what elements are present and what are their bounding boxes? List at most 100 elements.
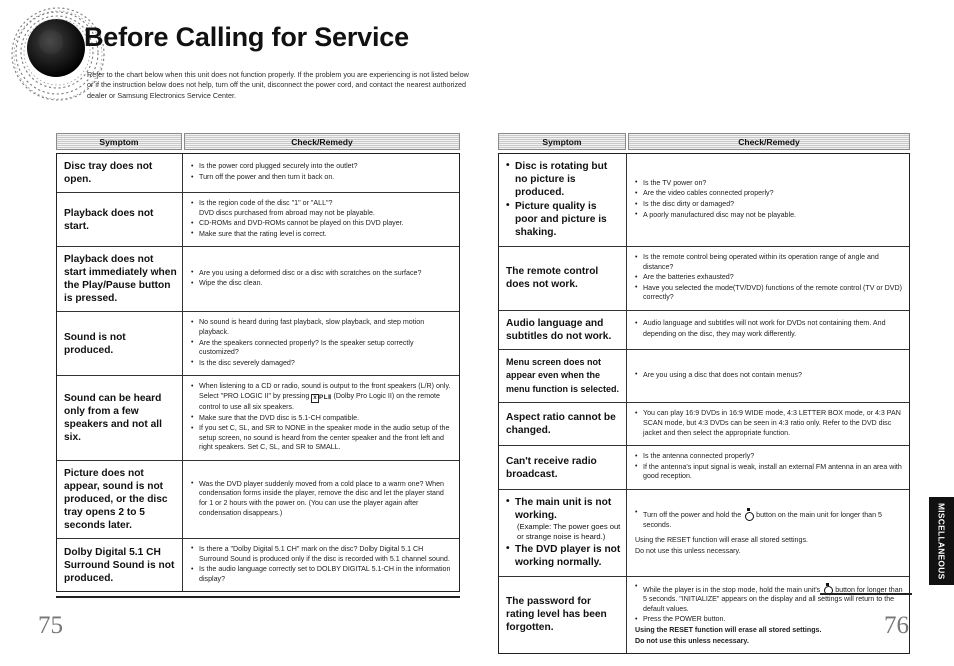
troubleshooting-table-left: Symptom Check/Remedy Disc tray does not …: [56, 133, 460, 593]
remedy-cell: Is the power cord plugged securely into …: [183, 154, 459, 192]
table-row: Dolby Digital 5.1 CH Surround Sound is n…: [57, 538, 459, 592]
symptom-text: Sound is not produced.: [64, 331, 126, 356]
remedy-item: Turn off the power and hold the button o…: [635, 508, 903, 530]
page-header: Before Calling for Service Refer to the …: [0, 0, 954, 118]
remedy-item: When listening to a CD or radio, sound i…: [191, 382, 453, 412]
symptom-cell: Sound can be heard only from a few speak…: [57, 376, 183, 460]
symptom-cell: Audio language and subtitles do not work…: [499, 310, 627, 349]
table-row: Aspect ratio cannot be changed. You can …: [499, 403, 909, 447]
symptom-text: Disc is rotating but no picture is produ…: [506, 159, 621, 199]
remedy-item: Is the TV power on?: [635, 178, 903, 189]
remedy-cell: Is there a "Dolby Digital 5.1 CH" mark o…: [183, 539, 459, 591]
column-header-symptom: Symptom: [56, 133, 182, 150]
remedy-item: Is the region code of the disc "1" or "A…: [191, 198, 453, 218]
table-row: Playback does not start. Is the region c…: [57, 193, 459, 248]
symptom-text: Audio language and subtitles do not work…: [506, 317, 612, 342]
symptom-cell: Dolby Digital 5.1 CH Surround Sound is n…: [57, 538, 183, 592]
remedy-item: Is the power cord plugged securely into …: [191, 162, 453, 172]
symptom-main: The main unit is not working.: [515, 497, 612, 522]
symptom-text: Sound can be heard only from a few speak…: [64, 393, 162, 444]
table-row: Playback does not start immediately when…: [57, 247, 459, 313]
remedy-item: Is the remote control being operated wit…: [635, 252, 903, 272]
symptom-text: Playback does not start immediately when…: [64, 254, 177, 305]
remedy-item: Are the speakers connected properly? Is …: [191, 338, 453, 358]
remedy-cell: You can play 16:9 DVDs in 16:9 WIDE mode…: [627, 403, 909, 445]
symptom-text: Picture does not appear, sound is not pr…: [64, 467, 168, 531]
symptom-text: Menu screen does not appear even when th…: [506, 356, 620, 394]
remedy-item: Have you selected the mode(TV/DVD) funct…: [635, 283, 903, 303]
table-row: The remote control does not work. Is the…: [499, 247, 909, 311]
column-header-check-remedy: Check/Remedy: [628, 133, 910, 150]
remedy-item: Press the POWER button.: [635, 615, 903, 625]
remedy-item: Audio language and subtitles will not wo…: [635, 318, 903, 340]
remedy-cell: When listening to a CD or radio, sound i…: [183, 376, 459, 460]
manual-page: Before Calling for Service Refer to the …: [0, 0, 954, 666]
symptom-text: The password for rating level has been f…: [506, 596, 607, 634]
remedy-item: Make sure that the rating level is corre…: [191, 229, 453, 240]
remedy-cell: Is the antenna connected properly? If th…: [627, 446, 909, 489]
remedy-note: Using the RESET function will erase all …: [635, 536, 808, 545]
table-row: Menu screen does not appear even when th…: [499, 349, 909, 404]
remedy-cell: While the player is in the stop mode, ho…: [627, 577, 909, 654]
remedy-note: Do not use this unless necessary.: [635, 546, 741, 555]
table-header-row-left: Symptom Check/Remedy: [56, 133, 460, 150]
table-body-left: Disc tray does not open. Is the power co…: [56, 153, 460, 593]
remedy-item: Is the antenna connected properly?: [635, 452, 903, 462]
remedy-cell: Is the TV power on? Are the video cables…: [627, 154, 909, 246]
table-row: Sound is not produced. No sound is heard…: [57, 312, 459, 377]
intro-text: Refer to the chart below when this unit …: [87, 70, 469, 100]
section-tab-label: MISCELLANEOUS: [936, 502, 947, 580]
column-header-check-remedy: Check/Remedy: [184, 133, 460, 150]
table-row: Disc tray does not open. Is the power co…: [57, 154, 459, 193]
table-row: The password for rating level has been f…: [499, 576, 909, 654]
remedy-item: A poorly manufactured disc may not be pl…: [635, 210, 903, 221]
symptom-cell: Playback does not start.: [57, 193, 183, 247]
symptom-cell: The main unit is not working.(Example: T…: [499, 490, 627, 576]
section-tab-miscellaneous: MISCELLANEOUS: [929, 497, 954, 585]
symptom-text: Playback does not start.: [64, 207, 154, 232]
table-row: Sound can be heard only from a few speak…: [57, 376, 459, 461]
symptom-text: The main unit is not working.(Example: T…: [506, 495, 621, 542]
remedy-cell: No sound is heard during fast playback, …: [183, 312, 459, 375]
symptom-cell: The remote control does not work.: [499, 247, 627, 310]
footer-rule-left: [56, 596, 460, 598]
intro-paragraph: Refer to the chart below when this unit …: [87, 70, 469, 101]
remedy-item: No sound is heard during fast playback, …: [191, 318, 453, 337]
symptom-cell: Can't receive radio broadcast.: [499, 446, 627, 490]
remedy-item: Wipe the disc clean.: [191, 279, 453, 289]
stop-button-icon: [823, 582, 833, 596]
remedy-cell: Are you using a deformed disc or a disc …: [183, 247, 459, 311]
page-number-left: 75: [38, 612, 63, 639]
page-number-right: 76: [884, 612, 909, 639]
symptom-cell: Disc is rotating but no picture is produ…: [499, 154, 627, 246]
table-row: The main unit is not working.(Example: T…: [499, 490, 909, 577]
symptom-text: Disc tray does not open.: [64, 161, 153, 185]
remedy-item: If you set C, SL, and SR to NONE in the …: [191, 424, 453, 453]
remedy-item: Is there a "Dolby Digital 5.1 CH" mark o…: [191, 544, 453, 564]
table-row: Can't receive radio broadcast. Is the an…: [499, 446, 909, 491]
remedy-item: Is the audio language correctly set to D…: [191, 565, 453, 584]
page-title: Before Calling for Service: [84, 22, 409, 52]
symptom-cell: Playback does not start immediately when…: [57, 247, 183, 312]
dolby-pro-logic-2-icon: x PLⅡ: [311, 393, 332, 403]
remedy-pre: Turn off the power and hold the: [643, 511, 742, 520]
symptom-cell: Disc tray does not open.: [57, 154, 183, 192]
symptom-text: The remote control does not work.: [506, 266, 599, 291]
footer-rule-right: [820, 593, 912, 595]
table-body-right: Disc is rotating but no picture is produ…: [498, 153, 910, 655]
symptom-text: Picture quality is poor and picture is s…: [506, 199, 621, 239]
symptom-text: Dolby Digital 5.1 CH Surround Sound is n…: [64, 546, 175, 584]
symptom-cell: The password for rating level has been f…: [499, 576, 627, 654]
remedy-cell: Are you using a disc that does not conta…: [627, 350, 909, 403]
table-row: Audio language and subtitles do not work…: [499, 310, 909, 350]
symptom-text: Can't receive radio broadcast.: [506, 455, 597, 480]
symptom-cell: Picture does not appear, sound is not pr…: [57, 460, 183, 538]
remedy-item: While the player is in the stop mode, ho…: [635, 582, 903, 615]
remedy-item: Make sure that the DVD disc is 5.1-CH co…: [191, 413, 453, 424]
remedy-note: Using the RESET function will erase all …: [635, 626, 822, 634]
remedy-cell: Is the remote control being operated wit…: [627, 247, 909, 310]
remedy-item: Are the video cables connected properly?: [635, 189, 903, 199]
troubleshooting-table-right: Symptom Check/Remedy Disc is rotating bu…: [498, 133, 910, 655]
remedy-cell: Was the DVD player suddenly moved from a…: [183, 461, 459, 538]
remedy-note: Do not use this unless necessary.: [635, 636, 749, 645]
